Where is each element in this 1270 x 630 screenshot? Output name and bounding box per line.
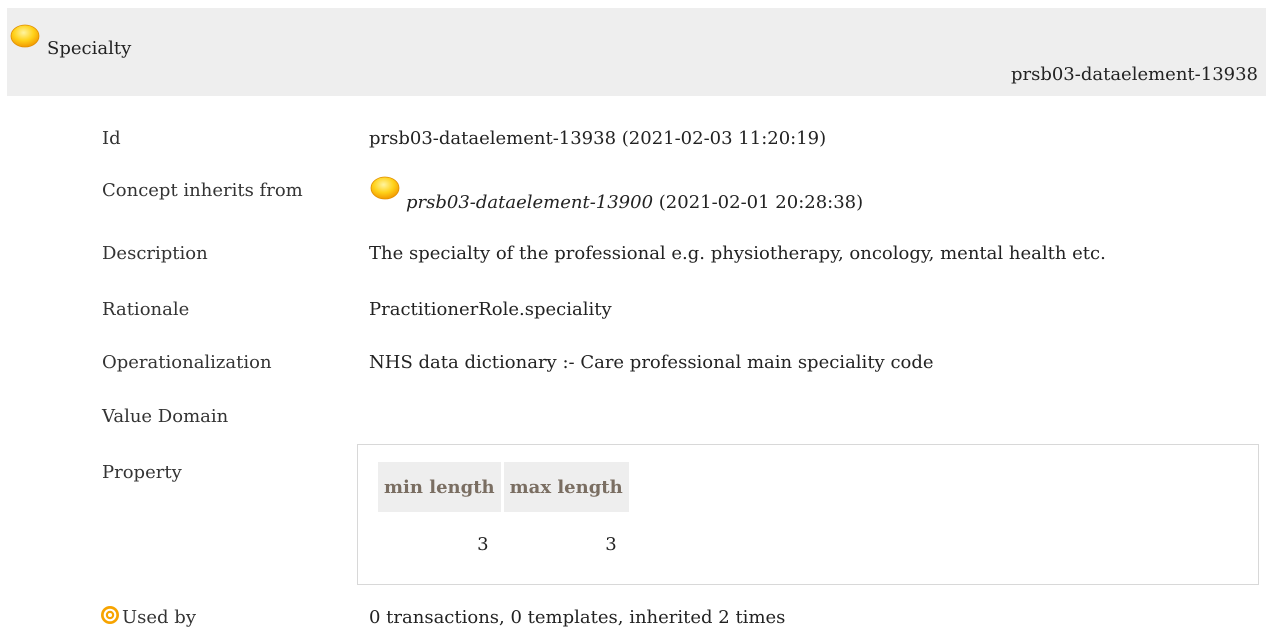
- used-by-label[interactable]: Used by: [122, 607, 196, 628]
- rationale-label: Rationale: [102, 299, 190, 320]
- target-icon: [101, 606, 119, 624]
- column-header-max-length: max length: [503, 462, 629, 512]
- description-value: The specialty of the professional e.g. p…: [369, 243, 1106, 264]
- description-label: Description: [102, 243, 208, 264]
- inherits-date: (2021-02-01 20:28:38): [653, 192, 864, 213]
- min-length-value: 3: [477, 534, 489, 555]
- inherits-link[interactable]: prsb03-dataelement-13900: [406, 192, 653, 213]
- concept-id: prsb03-dataelement-13938: [1010, 64, 1258, 85]
- concept-header: Specialty prsb03-dataelement-13938: [7, 8, 1266, 96]
- inherited-concept-icon: [370, 176, 400, 200]
- column-header-min-length: min length: [378, 462, 501, 512]
- id-label: Id: [102, 128, 121, 149]
- inherits-value: prsb03-dataelement-13900 (2021-02-01 20:…: [406, 192, 863, 213]
- concept-status-icon: [10, 24, 40, 48]
- rationale-value: PractitionerRole.speciality: [369, 299, 612, 320]
- used-by-value: 0 transactions, 0 templates, inherited 2…: [369, 607, 786, 628]
- property-table: min length max length 3 3: [375, 462, 632, 555]
- property-box: min length max length 3 3: [357, 444, 1259, 585]
- property-label: Property: [102, 462, 182, 483]
- max-length-value: 3: [605, 534, 617, 555]
- operationalization-value: NHS data dictionary :- Care professional…: [369, 352, 934, 373]
- value-domain-label: Value Domain: [102, 406, 229, 427]
- operationalization-label: Operationalization: [102, 352, 272, 373]
- inherits-label: Concept inherits from: [102, 180, 303, 201]
- id-value: prsb03-dataelement-13938 (2021-02-03 11:…: [369, 128, 827, 149]
- concept-title: Specialty: [47, 38, 132, 59]
